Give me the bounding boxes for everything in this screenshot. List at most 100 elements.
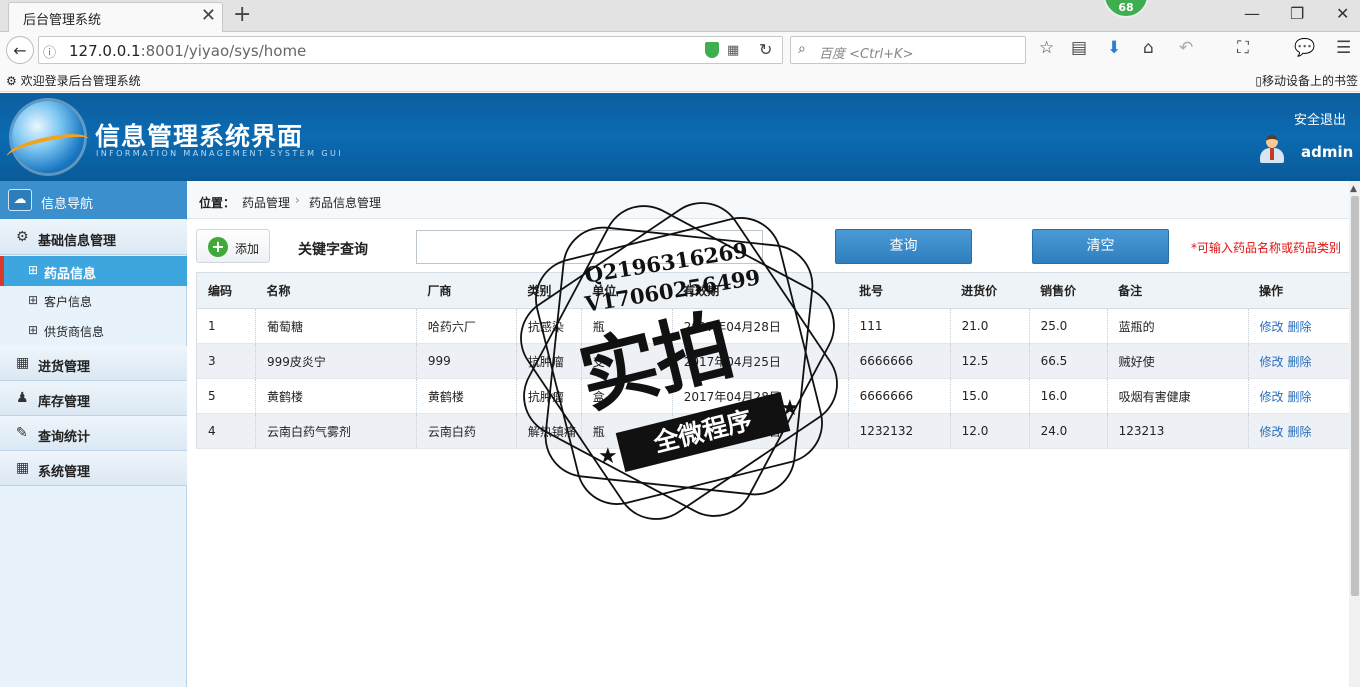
logout-link[interactable]: 安全退出 bbox=[1294, 109, 1346, 128]
avatar bbox=[1258, 135, 1286, 163]
calendar-icon: ▦ bbox=[16, 355, 30, 371]
sidebar-group-purchase[interactable]: ▦ 进货管理 bbox=[0, 346, 187, 381]
crop-icon[interactable]: ⛶ bbox=[1237, 38, 1249, 58]
keyword-label: 关键字查询 bbox=[298, 242, 368, 258]
qr-icon[interactable]: ▦ bbox=[727, 43, 739, 58]
drug-table: 编码 名称 厂商 类别 单位 有效期 批号 进货价 销售价 备注 操作 1 葡萄糖 哈药六厂 抗感染瓶 20… bbox=[196, 272, 1349, 449]
table-cell: 15.0 bbox=[950, 378, 1030, 414]
delete-link[interactable]: 删除 bbox=[1288, 320, 1312, 334]
browser-tab[interactable]: 后台管理系统 ✕ bbox=[8, 2, 223, 32]
sidebar-group-query-stats[interactable]: ✎ 查询统计 bbox=[0, 416, 187, 451]
breadcrumb-separator: › bbox=[295, 193, 300, 207]
sidebar-item-customer-info[interactable]: ⊞ 客户信息 bbox=[0, 286, 187, 316]
clear-button[interactable]: 清空 bbox=[1032, 229, 1169, 264]
shield-icon[interactable] bbox=[705, 42, 719, 58]
url-text: 127.0.0.1:8001/yiyao/sys/home bbox=[69, 42, 306, 60]
new-tab-icon[interactable]: + bbox=[233, 4, 251, 26]
delete-link[interactable]: 删除 bbox=[1288, 390, 1312, 404]
table-cell: 抗肿瘤 bbox=[516, 378, 582, 414]
table-cell: 111 bbox=[848, 308, 951, 344]
row-actions: 修改 删除 bbox=[1248, 343, 1349, 379]
info-icon[interactable]: ⓘ bbox=[43, 42, 56, 61]
delete-link[interactable]: 删除 bbox=[1288, 425, 1312, 439]
undo-icon[interactable]: ↶ bbox=[1179, 38, 1193, 58]
breadcrumb-position-label: 位置： bbox=[199, 196, 236, 210]
bookmarks-bar: ⚙ 欢迎登录后台管理系统 ▯移动设备上的书签 bbox=[0, 68, 1360, 92]
table-cell: 抗感染 bbox=[516, 308, 582, 344]
edit-link[interactable]: 修改 bbox=[1260, 355, 1284, 369]
sidebar-heading: ☁ 信息导航 bbox=[0, 181, 187, 219]
table-cell: 云南白药 bbox=[416, 413, 517, 449]
table-cell: 999皮炎宁 bbox=[255, 343, 417, 379]
column-header: 有效期 bbox=[672, 272, 849, 309]
bookmark-mobile-label: 移动设备上的书签 bbox=[1261, 74, 1358, 88]
reader-icon[interactable]: ▤ bbox=[1071, 38, 1087, 58]
column-header: 进货价 bbox=[950, 272, 1030, 309]
download-icon[interactable]: ⬇ bbox=[1107, 38, 1121, 58]
column-header: 批号 bbox=[848, 272, 951, 309]
sidebar-group-label: 基础信息管理 bbox=[38, 234, 117, 249]
sidebar-group-inventory[interactable]: ♟ 库存管理 bbox=[0, 381, 187, 416]
table-cell: 999 bbox=[416, 343, 517, 379]
add-button[interactable]: + 添加 bbox=[196, 229, 270, 263]
scrollbar-thumb[interactable] bbox=[1351, 196, 1359, 596]
sidebar-item-drug-info[interactable]: ⊞ 药品信息 bbox=[0, 256, 187, 286]
scroll-up-icon[interactable]: ▲ bbox=[1350, 184, 1357, 194]
edit-link[interactable]: 修改 bbox=[1260, 320, 1284, 334]
chat-icon[interactable]: 💬 bbox=[1294, 38, 1315, 58]
table-cell: 16.0 bbox=[1029, 378, 1108, 414]
table-cell: 12.0 bbox=[950, 413, 1030, 449]
sidebar-group-system[interactable]: ▦ 系统管理 bbox=[0, 451, 187, 486]
query-button[interactable]: 查询 bbox=[835, 229, 972, 264]
table-cell: 黄鹤楼 bbox=[255, 378, 417, 414]
tab-title: 后台管理系统 bbox=[23, 13, 102, 28]
sidebar-item-supplier-info[interactable]: ⊞ 供货商信息 bbox=[0, 316, 187, 346]
app-title: 信息管理系统界面 bbox=[95, 122, 304, 151]
avatar-tie bbox=[1270, 148, 1274, 160]
table-cell: 解热镇痛 bbox=[516, 413, 582, 449]
breadcrumb-level2[interactable]: 药品信息管理 bbox=[309, 194, 381, 211]
app-header: 信息管理系统界面 INFORMATION MANAGEMENT SYSTEM G… bbox=[0, 93, 1360, 181]
column-header: 单位 bbox=[581, 272, 673, 309]
delete-link[interactable]: 删除 bbox=[1288, 355, 1312, 369]
url-path: :8001/yiyao/sys/home bbox=[140, 42, 307, 60]
restore-icon[interactable]: ❐ bbox=[1290, 4, 1304, 23]
keyword-input[interactable] bbox=[416, 230, 763, 264]
sidebar-heading-label: 信息导航 bbox=[41, 197, 94, 212]
gears-icon: ⚙ bbox=[16, 229, 29, 245]
sidebar-group-basic-info[interactable]: ⚙ 基础信息管理 bbox=[0, 220, 187, 255]
sidebar: ☁ 信息导航 ⚙ 基础信息管理 ⊞ 药品信息 ⊞ 客户信息 ⊞ 供货商信息 ▦ … bbox=[0, 181, 187, 687]
window-close-icon[interactable]: ✕ bbox=[1336, 4, 1349, 23]
table-cell: 24.0 bbox=[1029, 413, 1108, 449]
table-cell: 2017年04月25日 bbox=[672, 343, 849, 379]
table-cell: 6666666 bbox=[848, 343, 951, 379]
table-cell: 哈药六厂 bbox=[416, 308, 517, 344]
row-actions: 修改 删除 bbox=[1248, 378, 1349, 414]
table-row: 3 999皮炎宁 999 抗肿瘤支 2017年04月25日 6666666 12.5 66.5… bbox=[196, 343, 1349, 379]
search-hint: *可输入药品名称或药品类别 bbox=[1191, 241, 1342, 255]
home-icon[interactable]: ⌂ bbox=[1143, 38, 1154, 58]
bookmark-welcome[interactable]: ⚙ 欢迎登录后台管理系统 bbox=[6, 72, 141, 89]
table-row: 1 葡萄糖 哈药六厂 抗感染瓶 2017年04月28日 111 21.0 25.0 蓝瓶的 修改删… bbox=[196, 308, 1349, 344]
bookmark-welcome-label: 欢迎登录后台管理系统 bbox=[20, 74, 141, 88]
search-bar[interactable]: ⌕ 百度 <Ctrl+K> bbox=[790, 36, 1026, 64]
reload-icon[interactable]: ↻ bbox=[759, 40, 772, 59]
close-icon[interactable]: ✕ bbox=[201, 7, 216, 25]
minimize-icon[interactable]: — bbox=[1244, 4, 1260, 23]
url-bar[interactable]: ⓘ 127.0.0.1:8001/yiyao/sys/home ▦ ↻ bbox=[38, 36, 783, 64]
edit-link[interactable]: 修改 bbox=[1260, 390, 1284, 404]
browser-nav-bar: ← ⓘ 127.0.0.1:8001/yiyao/sys/home ▦ ↻ ⌕ … bbox=[0, 32, 1360, 68]
column-header: 厂商 bbox=[416, 272, 517, 309]
menu-icon[interactable]: ☰ bbox=[1336, 38, 1351, 58]
table-cell: 6666666 bbox=[848, 378, 951, 414]
sidebar-group-label: 查询统计 bbox=[38, 430, 91, 445]
bookmark-mobile[interactable]: ▯移动设备上的书签 bbox=[1255, 72, 1358, 89]
notification-badge[interactable]: 68 bbox=[1103, 0, 1149, 18]
edit-link[interactable]: 修改 bbox=[1260, 425, 1284, 439]
breadcrumb-level1[interactable]: 药品管理 bbox=[242, 194, 290, 211]
star-icon[interactable]: ☆ bbox=[1039, 38, 1054, 58]
search-placeholder: 百度 <Ctrl+K> bbox=[819, 47, 914, 62]
table-cell: 云南白药气雾剂 bbox=[255, 413, 417, 449]
back-icon[interactable]: ← bbox=[6, 36, 34, 64]
table-cell: 2017年04月28日 bbox=[672, 378, 849, 414]
